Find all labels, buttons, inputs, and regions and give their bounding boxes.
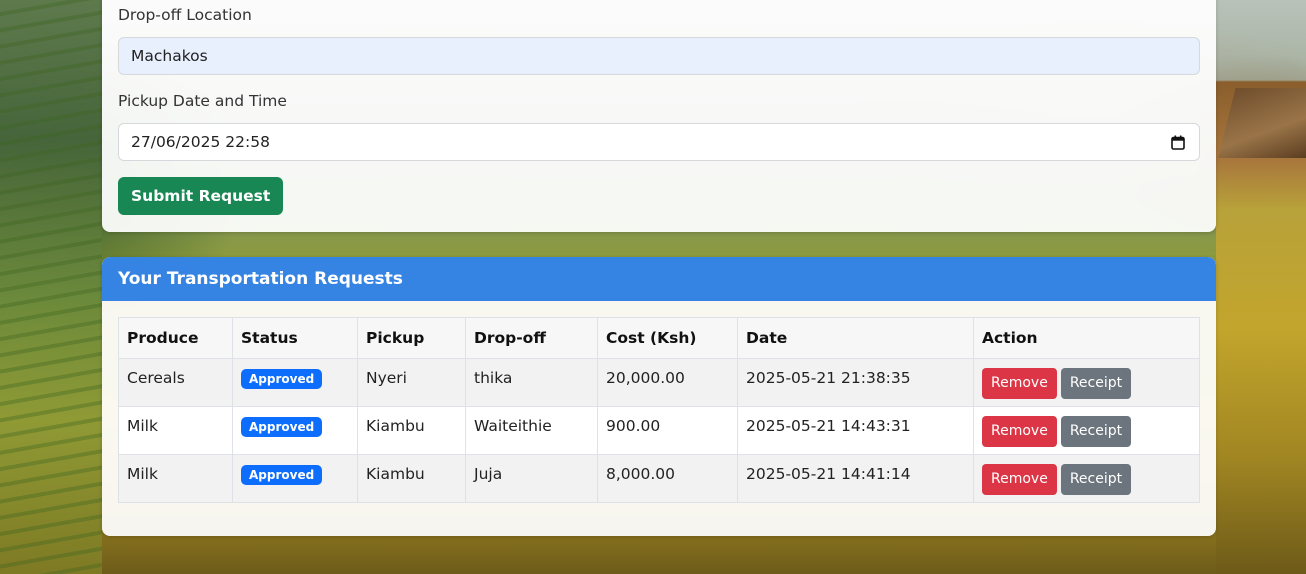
- dropoff-cell: Juja: [465, 454, 598, 503]
- table-row: Cereals Approved Nyeri thika 20,000.00 2…: [118, 358, 1200, 407]
- background-hills: [0, 0, 102, 574]
- column-header-date: Date: [737, 317, 974, 359]
- column-header-dropoff: Drop-off: [465, 317, 598, 359]
- status-cell: Approved: [232, 454, 358, 503]
- status-badge: Approved: [241, 417, 323, 437]
- date-cell: 2025-05-21 14:41:14: [737, 454, 974, 503]
- dropoff-location-input[interactable]: Machakos: [118, 37, 1200, 75]
- produce-cell: Milk: [118, 454, 233, 503]
- produce-cell: Milk: [118, 406, 233, 455]
- table-row: Milk Approved Kiambu Juja 8,000.00 2025-…: [118, 454, 1200, 503]
- status-cell: Approved: [232, 406, 358, 455]
- table-row: Milk Approved Kiambu Waiteithie 900.00 2…: [118, 406, 1200, 455]
- dropoff-location-value: Machakos: [131, 47, 208, 65]
- date-cell: 2025-05-21 14:43:31: [737, 406, 974, 455]
- receipt-button[interactable]: Receipt: [1060, 368, 1132, 399]
- pickup-cell: Nyeri: [357, 358, 466, 407]
- cost-cell: 900.00: [597, 406, 738, 455]
- column-header-status: Status: [232, 317, 358, 359]
- calendar-icon[interactable]: [1171, 135, 1185, 150]
- table-header-row: Produce Status Pickup Drop-off Cost (Ksh…: [118, 317, 1200, 359]
- column-header-cost: Cost (Ksh): [597, 317, 738, 359]
- status-cell: Approved: [232, 358, 358, 407]
- status-badge: Approved: [241, 369, 323, 389]
- action-cell: Remove Receipt: [973, 358, 1200, 407]
- dropoff-label: Drop-off Location: [118, 6, 252, 24]
- column-header-pickup: Pickup: [357, 317, 466, 359]
- column-header-produce: Produce: [118, 317, 233, 359]
- remove-button[interactable]: Remove: [982, 416, 1057, 447]
- remove-button[interactable]: Remove: [982, 464, 1057, 495]
- background-field: [1216, 0, 1306, 574]
- remove-button[interactable]: Remove: [982, 368, 1057, 399]
- pickup-cell: Kiambu: [357, 406, 466, 455]
- pickup-datetime-value: 27/06/2025 22:58: [131, 133, 270, 151]
- pickup-datetime-input[interactable]: 27/06/2025 22:58: [118, 123, 1200, 161]
- status-badge: Approved: [241, 465, 323, 485]
- produce-cell: Cereals: [118, 358, 233, 407]
- pickup-datetime-label: Pickup Date and Time: [118, 92, 287, 110]
- cost-cell: 20,000.00: [597, 358, 738, 407]
- cost-cell: 8,000.00: [597, 454, 738, 503]
- dropoff-cell: thika: [465, 358, 598, 407]
- pickup-cell: Kiambu: [357, 454, 466, 503]
- submit-request-button[interactable]: Submit Request: [118, 177, 284, 215]
- action-cell: Remove Receipt: [973, 454, 1200, 503]
- requests-header: Your Transportation Requests: [102, 257, 1216, 301]
- date-cell: 2025-05-21 21:38:35: [737, 358, 974, 407]
- column-header-action: Action: [973, 317, 1200, 359]
- receipt-button[interactable]: Receipt: [1060, 464, 1132, 495]
- requests-table: Produce Status Pickup Drop-off Cost (Ksh…: [118, 317, 1200, 503]
- dropoff-cell: Waiteithie: [465, 406, 598, 455]
- receipt-button[interactable]: Receipt: [1060, 416, 1132, 447]
- requests-card: Your Transportation Requests Produce Sta…: [102, 257, 1216, 536]
- action-cell: Remove Receipt: [973, 406, 1200, 455]
- request-form-card: Drop-off Location Machakos Pickup Date a…: [102, 0, 1216, 232]
